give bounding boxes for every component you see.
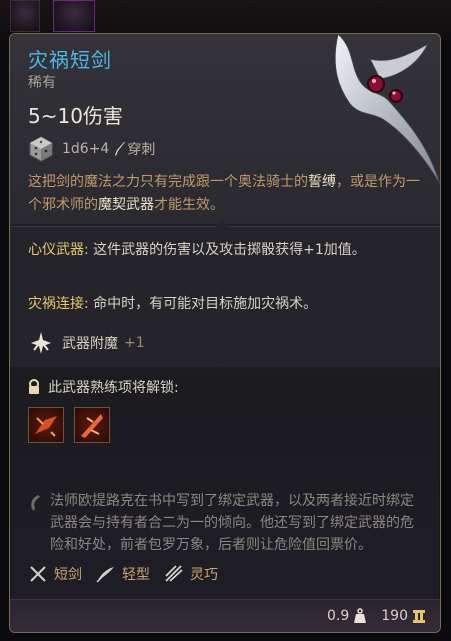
bane-link-property: 灾祸连接: 命中时，有可能对目标施加灾祸术。 bbox=[28, 293, 418, 315]
pact-weapon-property: 心仪武器: 这件武器的伤害以及攻击掷骰获得+1加值。 bbox=[28, 239, 418, 261]
dice-icon bbox=[29, 136, 53, 162]
item-description: 这把剑的魔法之力只有完成跟一个奥法骑士的誓缚，或是作为一个邪术师的魔契武器才能生… bbox=[28, 171, 424, 217]
enchantment-value: +1 bbox=[124, 335, 145, 351]
feather-icon bbox=[96, 567, 114, 583]
item-weight: 0.9 bbox=[327, 608, 350, 624]
pierce-icon bbox=[115, 142, 126, 156]
keyword-pact-weapon: 魔契武器 bbox=[98, 197, 154, 213]
weapon-traits: 短剑 轻型 灵巧 bbox=[28, 564, 232, 584]
item-value: 190 bbox=[381, 608, 408, 624]
property-label: 灾祸连接: bbox=[28, 296, 89, 312]
gold-coin-icon bbox=[413, 610, 425, 623]
hotbar-slot[interactable] bbox=[53, 0, 95, 32]
property-text: 命中时，有可能对目标施加灾祸术。 bbox=[88, 296, 318, 312]
item-rarity: 稀有 bbox=[28, 75, 56, 91]
trait-finesse: 灵巧 bbox=[164, 564, 218, 584]
finesse-icon bbox=[165, 565, 183, 582]
trait-label: 灵巧 bbox=[190, 567, 218, 583]
proficiency-section: 此武器熟练项将解锁: 法师欧提路克在书中写到了绑定武器，以及两者接近时绑定武器会… bbox=[10, 367, 440, 567]
tooltip-footer: 0.9 190 bbox=[10, 599, 440, 632]
keyword-oath: 誓缚 bbox=[308, 174, 336, 190]
item-name: 灾祸短剑 bbox=[28, 48, 112, 72]
weapon-skill-icon[interactable] bbox=[28, 407, 64, 443]
description-text: 这把剑的魔法之力只有完成跟一个奥法骑士的 bbox=[28, 174, 308, 190]
trait-label: 轻型 bbox=[122, 567, 150, 583]
trait-shortsword: 短剑 bbox=[28, 564, 82, 584]
damage-dice: 1d6+4 bbox=[62, 141, 110, 157]
weight-icon bbox=[354, 608, 367, 623]
proficiency-header-text: 此武器熟练项将解锁: bbox=[48, 380, 179, 396]
enchantment-icon bbox=[31, 332, 51, 354]
properties-section: 心仪武器: 这件武器的伤害以及攻击掷骰获得+1加值。 灾祸连接: 命中时，有可能… bbox=[10, 221, 440, 368]
lore-text: 法师欧提路克在书中写到了绑定武器，以及两者接近时绑定武器会与持有者合二为一的倾向… bbox=[50, 493, 414, 553]
weapon-skill-icon[interactable] bbox=[74, 407, 110, 443]
property-text: 这件武器的伤害以及攻击掷骰获得+1加值。 bbox=[88, 242, 366, 258]
dagger-artwork bbox=[334, 34, 440, 185]
damage-type: 穿刺 bbox=[127, 142, 156, 158]
hotbar-slot[interactable] bbox=[10, 0, 40, 32]
enchantment-row: 武器附魔 +1 bbox=[28, 330, 145, 356]
quill-icon bbox=[31, 495, 40, 511]
enchantment-label: 武器附魔 bbox=[62, 336, 118, 352]
property-label: 心仪武器: bbox=[28, 242, 89, 258]
item-tooltip: 灾祸短剑 稀有 5~10伤害 1d6+4 穿刺 这把剑的魔法之力只有完成跟一个奥… bbox=[9, 33, 441, 633]
damage-dice-row: 1d6+4 穿刺 bbox=[28, 134, 155, 164]
item-damage: 5~10伤害 bbox=[28, 104, 123, 128]
unlock-icon bbox=[29, 379, 39, 394]
section-notch bbox=[216, 221, 228, 227]
item-stats: 0.9 190 bbox=[327, 608, 426, 624]
crossed-blades-icon bbox=[30, 566, 46, 582]
trait-label: 短剑 bbox=[54, 567, 82, 583]
slash-skill-icon bbox=[35, 416, 57, 437]
trait-light: 轻型 bbox=[96, 564, 150, 584]
proficiency-header: 此武器熟练项将解锁: bbox=[28, 377, 179, 397]
pierce-skill-icon bbox=[81, 414, 103, 438]
description-text: 才能生效。 bbox=[154, 197, 224, 213]
